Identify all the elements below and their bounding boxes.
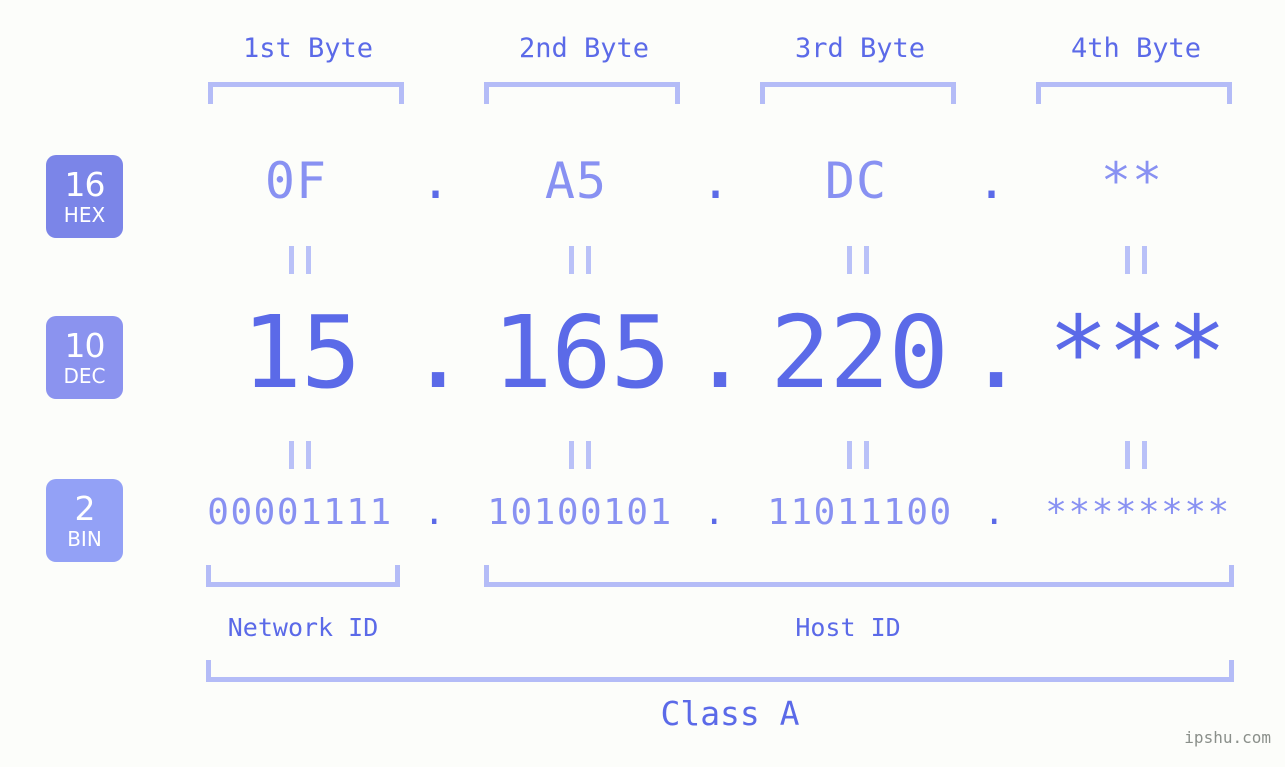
base-badge-dec: 10 DEC <box>46 316 123 399</box>
equals-icon-5 <box>289 441 311 469</box>
bin-byte-1: 00001111 <box>207 492 393 533</box>
dec-separator-3: . <box>966 294 1026 411</box>
host-id-bracket <box>484 565 1234 587</box>
network-id-label: Network ID <box>227 613 379 642</box>
hex-separator-3: . <box>976 152 1008 210</box>
byte-bracket-3 <box>760 82 956 104</box>
bin-separator-1: . <box>423 492 447 533</box>
class-bracket <box>206 660 1234 682</box>
bin-separator-2: . <box>703 492 727 533</box>
base-badge-bin-abbr: BIN <box>67 527 102 551</box>
base-badge-hex: 16 HEX <box>46 155 123 238</box>
bin-byte-2: 10100101 <box>487 492 673 533</box>
hex-byte-4: ** <box>1100 152 1164 210</box>
ip-breakdown-diagram: 1st Byte 2nd Byte 3rd Byte 4th Byte 16 H… <box>0 0 1285 767</box>
byte-bracket-2 <box>484 82 680 104</box>
equals-icon-3 <box>847 246 869 274</box>
dec-byte-2: 165 <box>492 294 671 411</box>
dec-separator-2: . <box>690 294 750 411</box>
equals-icon-1 <box>289 246 311 274</box>
byte-bracket-4 <box>1036 82 1232 104</box>
equals-icon-2 <box>569 246 591 274</box>
equals-icon-6 <box>569 441 591 469</box>
hex-byte-1: 0F <box>264 152 328 210</box>
hex-byte-2: A5 <box>544 152 608 210</box>
bin-byte-4: ******** <box>1045 492 1231 533</box>
dec-separator-1: . <box>408 294 468 411</box>
byte-header-3: 3rd Byte <box>794 33 926 64</box>
equals-icon-4 <box>1125 246 1147 274</box>
dec-byte-4: *** <box>1048 294 1227 411</box>
byte-header-4: 4th Byte <box>1070 33 1202 64</box>
base-badge-hex-abbr: HEX <box>63 203 106 227</box>
watermark: ipshu.com <box>1184 728 1271 747</box>
host-id-label: Host ID <box>795 613 901 642</box>
class-label: Class A <box>660 694 800 733</box>
dec-byte-3: 220 <box>770 294 949 411</box>
byte-bracket-1 <box>208 82 404 104</box>
network-id-bracket <box>206 565 400 587</box>
dec-byte-1: 15 <box>241 294 361 411</box>
base-badge-hex-number: 16 <box>64 165 106 204</box>
base-badge-bin: 2 BIN <box>46 479 123 562</box>
base-badge-dec-abbr: DEC <box>63 364 106 388</box>
base-badge-bin-number: 2 <box>74 489 96 528</box>
hex-byte-3: DC <box>824 152 888 210</box>
base-badge-dec-number: 10 <box>64 326 106 365</box>
equals-icon-7 <box>847 441 869 469</box>
hex-separator-2: . <box>700 152 732 210</box>
bin-separator-3: . <box>983 492 1007 533</box>
bin-byte-3: 11011100 <box>767 492 953 533</box>
byte-header-2: 2nd Byte <box>518 33 650 64</box>
hex-separator-1: . <box>420 152 452 210</box>
byte-header-1: 1st Byte <box>242 33 374 64</box>
equals-icon-8 <box>1125 441 1147 469</box>
